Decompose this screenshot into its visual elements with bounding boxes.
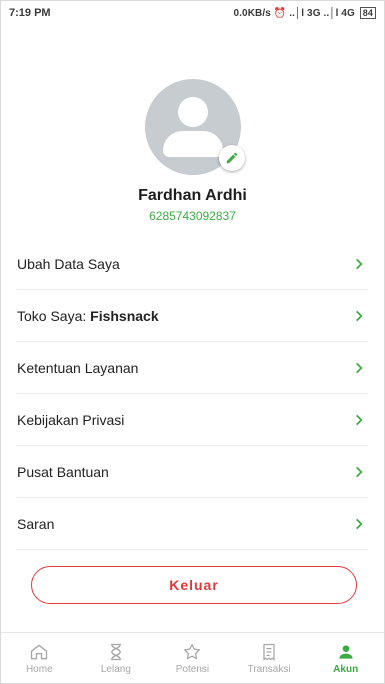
nav-lelang[interactable]: Lelang (78, 633, 155, 683)
menu-item-label: Ubah Data Saya (17, 255, 120, 272)
profile-name: Fardhan Ardhi (138, 187, 247, 204)
status-bar: 7:19 PM 0.0KB/s ⏰ ..│l 3G ..│l 4G 84 (1, 1, 384, 25)
menu-item-label: Kebijakan Privasi (17, 411, 125, 428)
home-icon (31, 644, 48, 659)
chevron-right-icon (356, 362, 363, 373)
menu-item-label: Saran (17, 515, 55, 532)
bottom-nav: Home Lelang Potensi Transaksi Akun (1, 632, 384, 683)
chevron-right-icon (356, 518, 363, 529)
nav-akun[interactable]: Akun (307, 633, 384, 683)
status-indicators: 0.0KB/s ⏰ ..│l 3G ..│l 4G 84 (233, 7, 376, 19)
nav-label: Akun (333, 663, 359, 675)
menu-item-ubah-data[interactable]: Ubah Data Saya (17, 238, 368, 290)
menu-item-label: Pusat Bantuan (17, 463, 109, 480)
chevron-right-icon (356, 466, 363, 477)
receipt-icon (263, 643, 275, 661)
nav-potensi[interactable]: Potensi (154, 633, 231, 683)
battery-icon: 84 (359, 7, 376, 19)
chevron-right-icon (356, 414, 363, 425)
menu-item-toko-saya[interactable]: Toko Saya: Fishsnack (17, 290, 368, 342)
menu-item-bantuan[interactable]: Pusat Bantuan (17, 446, 368, 498)
status-time: 7:19 PM (9, 7, 51, 19)
avatar[interactable] (144, 79, 245, 175)
store-name: Fishsnack (90, 307, 159, 324)
logout-button[interactable]: Keluar (31, 566, 357, 604)
nav-home[interactable]: Home (1, 633, 78, 683)
menu-item-label: Ketentuan Layanan (17, 359, 139, 376)
star-icon (184, 643, 201, 659)
profile-phone: 6285743092837 (149, 209, 236, 223)
avatar-head (177, 97, 208, 127)
edit-avatar-button[interactable] (218, 145, 245, 171)
chevron-right-icon (356, 258, 363, 269)
profile-section: Fardhan Ardhi 6285743092837 (1, 79, 384, 223)
nav-label: Lelang (100, 663, 131, 675)
pencil-icon (226, 152, 237, 164)
chevron-right-icon (356, 310, 363, 321)
menu-item-privasi[interactable]: Kebijakan Privasi (17, 394, 368, 446)
user-icon (339, 644, 353, 659)
avatar-body (162, 131, 223, 157)
nav-transaksi[interactable]: Transaksi (231, 633, 308, 683)
nav-label: Home (25, 663, 53, 675)
menu-item-saran[interactable]: Saran (17, 498, 368, 550)
network-status: 0.0KB/s ⏰ ..│l 3G ..│l 4G (233, 8, 355, 19)
nav-label: Transaksi (247, 663, 291, 675)
hourglass-icon (110, 643, 121, 660)
menu-item-ketentuan[interactable]: Ketentuan Layanan (17, 342, 368, 394)
account-menu: Ubah Data Saya Toko Saya: Fishsnack Kete… (17, 238, 368, 550)
menu-item-label: Toko Saya: Fishsnack (17, 307, 159, 324)
nav-label: Potensi (175, 663, 210, 675)
